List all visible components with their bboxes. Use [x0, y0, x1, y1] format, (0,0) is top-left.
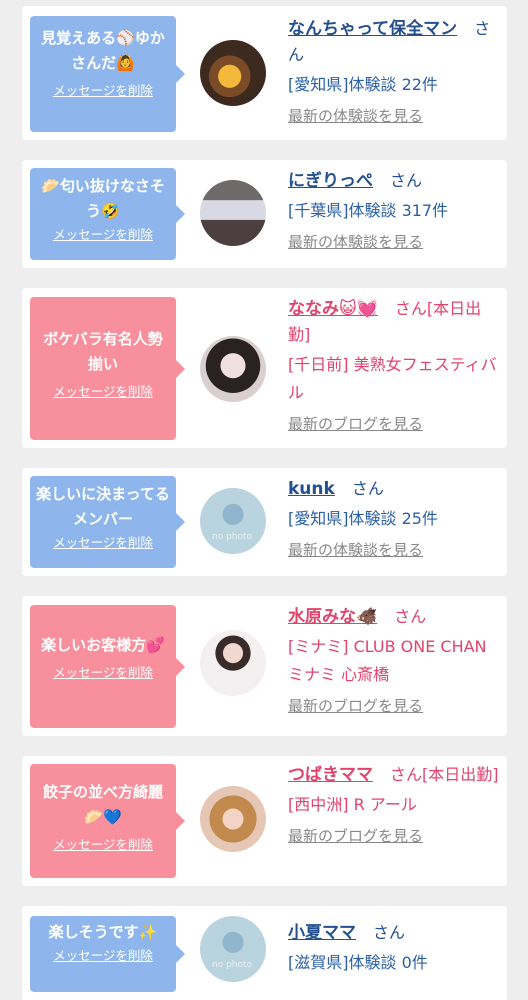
user-name-link[interactable]: ななみ😺💓: [288, 299, 378, 319]
delete-message-link[interactable]: メッセージを削除: [36, 226, 170, 244]
delete-message-link[interactable]: メッセージを削除: [36, 534, 170, 552]
message-bubble: 楽しいお客様方💕 メッセージを削除: [30, 605, 185, 728]
message-bubble: ボケバラ有名人勢揃い メッセージを削除: [30, 297, 185, 440]
latest-blog-link[interactable]: 最新のブログを見る: [288, 412, 502, 436]
message-text: 🥟匂い抜けなさそう🤣: [41, 177, 165, 220]
user-info: ななみ😺💓 さん[本日出勤] [千日前] 美熟女フェスティバル 最新のブログを見…: [288, 296, 502, 436]
latest-reviews-link[interactable]: 最新の体験談を見る: [288, 538, 502, 562]
user-name-link[interactable]: なんちゃって保全マン: [288, 19, 457, 39]
user-name-link[interactable]: kunk: [288, 479, 335, 499]
user-location-count: [愛知県]体験談 22件: [288, 75, 438, 94]
message-card: ボケバラ有名人勢揃い メッセージを削除 ななみ😺💓 さん[本日出勤] [千日前]…: [22, 288, 507, 448]
no-photo-label: no photo: [212, 960, 253, 970]
user-info: にぎりっぺ さん [千葉県]体験談 317件 最新の体験談を見る: [288, 168, 502, 254]
message-card: 🥟匂い抜けなさそう🤣 メッセージを削除 にぎりっぺ さん [千葉県]体験談 31…: [22, 160, 507, 268]
avatar[interactable]: [200, 786, 266, 852]
delete-message-link[interactable]: メッセージを削除: [36, 947, 170, 965]
message-card: 楽しそうです✨ メッセージを削除 no photo 小夏ママ さん [滋賀県]体…: [22, 906, 507, 1000]
avatar[interactable]: [200, 336, 266, 402]
avatar[interactable]: [200, 180, 266, 246]
message-card: 見覚えある⚾ゆかさんだ🙆 メッセージを削除 なんちゃって保全マン さん [愛知県…: [22, 6, 507, 140]
name-suffix: さん[本日出勤]: [390, 765, 499, 784]
user-shop: [西中洲] R アール: [288, 795, 417, 814]
message-card: 楽しいお客様方💕 メッセージを削除 水原みな🐗 さん [ミナミ] CLUB ON…: [22, 596, 507, 736]
delete-message-link[interactable]: メッセージを削除: [36, 383, 170, 401]
no-photo-avatar[interactable]: no photo: [200, 488, 266, 554]
user-name-link[interactable]: 小夏ママ: [288, 923, 356, 943]
message-bubble: 見覚えある⚾ゆかさんだ🙆 メッセージを削除: [30, 16, 185, 132]
message-text: 見覚えある⚾ゆかさんだ🙆: [41, 29, 165, 72]
user-info: 水原みな🐗 さん [ミナミ] CLUB ONE CHAN ミナミ 心斎橋 最新の…: [288, 604, 502, 718]
user-info: kunk さん [愛知県]体験談 25件 最新の体験談を見る: [288, 476, 502, 562]
message-text: 餃子の並べ方綺麗🥟💙: [42, 783, 163, 826]
user-shop: [ミナミ] CLUB ONE CHAN ミナミ 心斎橋: [288, 637, 487, 684]
name-suffix: さん: [390, 171, 423, 190]
message-card: 楽しいに決まってるメンバー メッセージを削除 no photo kunk さん …: [22, 468, 507, 576]
name-suffix: さん: [373, 923, 406, 942]
avatar[interactable]: [200, 630, 266, 696]
no-photo-label: no photo: [212, 532, 253, 542]
user-location-count: [愛知県]体験談 25件: [288, 509, 438, 528]
user-location-count: [滋賀県]体験談 0件: [288, 953, 428, 972]
user-name-link[interactable]: つばきママ: [288, 765, 373, 785]
message-card: 餃子の並べ方綺麗🥟💙 メッセージを削除 つばきママ さん[本日出勤] [西中洲]…: [22, 756, 507, 886]
message-bubble: 🥟匂い抜けなさそう🤣 メッセージを削除: [30, 168, 185, 260]
name-suffix: さん: [351, 479, 384, 498]
user-shop: [千日前] 美熟女フェスティバル: [288, 355, 497, 402]
user-location-count: [千葉県]体験談 317件: [288, 201, 449, 220]
message-bubble: 楽しそうです✨ メッセージを削除: [30, 916, 185, 992]
latest-reviews-link[interactable]: 最新の体験談を見る: [288, 230, 502, 254]
message-text: 楽しいお客様方💕: [41, 636, 165, 654]
message-text: 楽しいに決まってるメンバー: [36, 485, 170, 528]
user-name-link[interactable]: にぎりっぺ: [288, 171, 373, 191]
avatar[interactable]: [200, 40, 266, 106]
delete-message-link[interactable]: メッセージを削除: [36, 836, 170, 854]
no-photo-avatar[interactable]: no photo: [200, 916, 266, 982]
user-name-link[interactable]: 水原みな🐗: [288, 607, 377, 627]
delete-message-link[interactable]: メッセージを削除: [36, 82, 170, 100]
latest-blog-link[interactable]: 最新のブログを見る: [288, 824, 502, 848]
delete-message-link[interactable]: メッセージを削除: [36, 664, 170, 682]
message-bubble: 楽しいに決まってるメンバー メッセージを削除: [30, 476, 185, 568]
latest-reviews-link[interactable]: 最新の体験談を見る: [288, 104, 502, 128]
user-info: なんちゃって保全マン さん [愛知県]体験談 22件 最新の体験談を見る: [288, 16, 502, 128]
user-info: 小夏ママ さん [滋賀県]体験談 0件: [288, 920, 502, 977]
latest-blog-link[interactable]: 最新のブログを見る: [288, 694, 502, 718]
message-bubble: 餃子の並べ方綺麗🥟💙 メッセージを削除: [30, 764, 185, 878]
message-text: 楽しそうです✨: [48, 923, 158, 941]
user-info: つばきママ さん[本日出勤] [西中洲] R アール 最新のブログを見る: [288, 762, 502, 848]
name-suffix: さん: [394, 607, 427, 626]
message-text: ボケバラ有名人勢揃い: [43, 330, 163, 373]
